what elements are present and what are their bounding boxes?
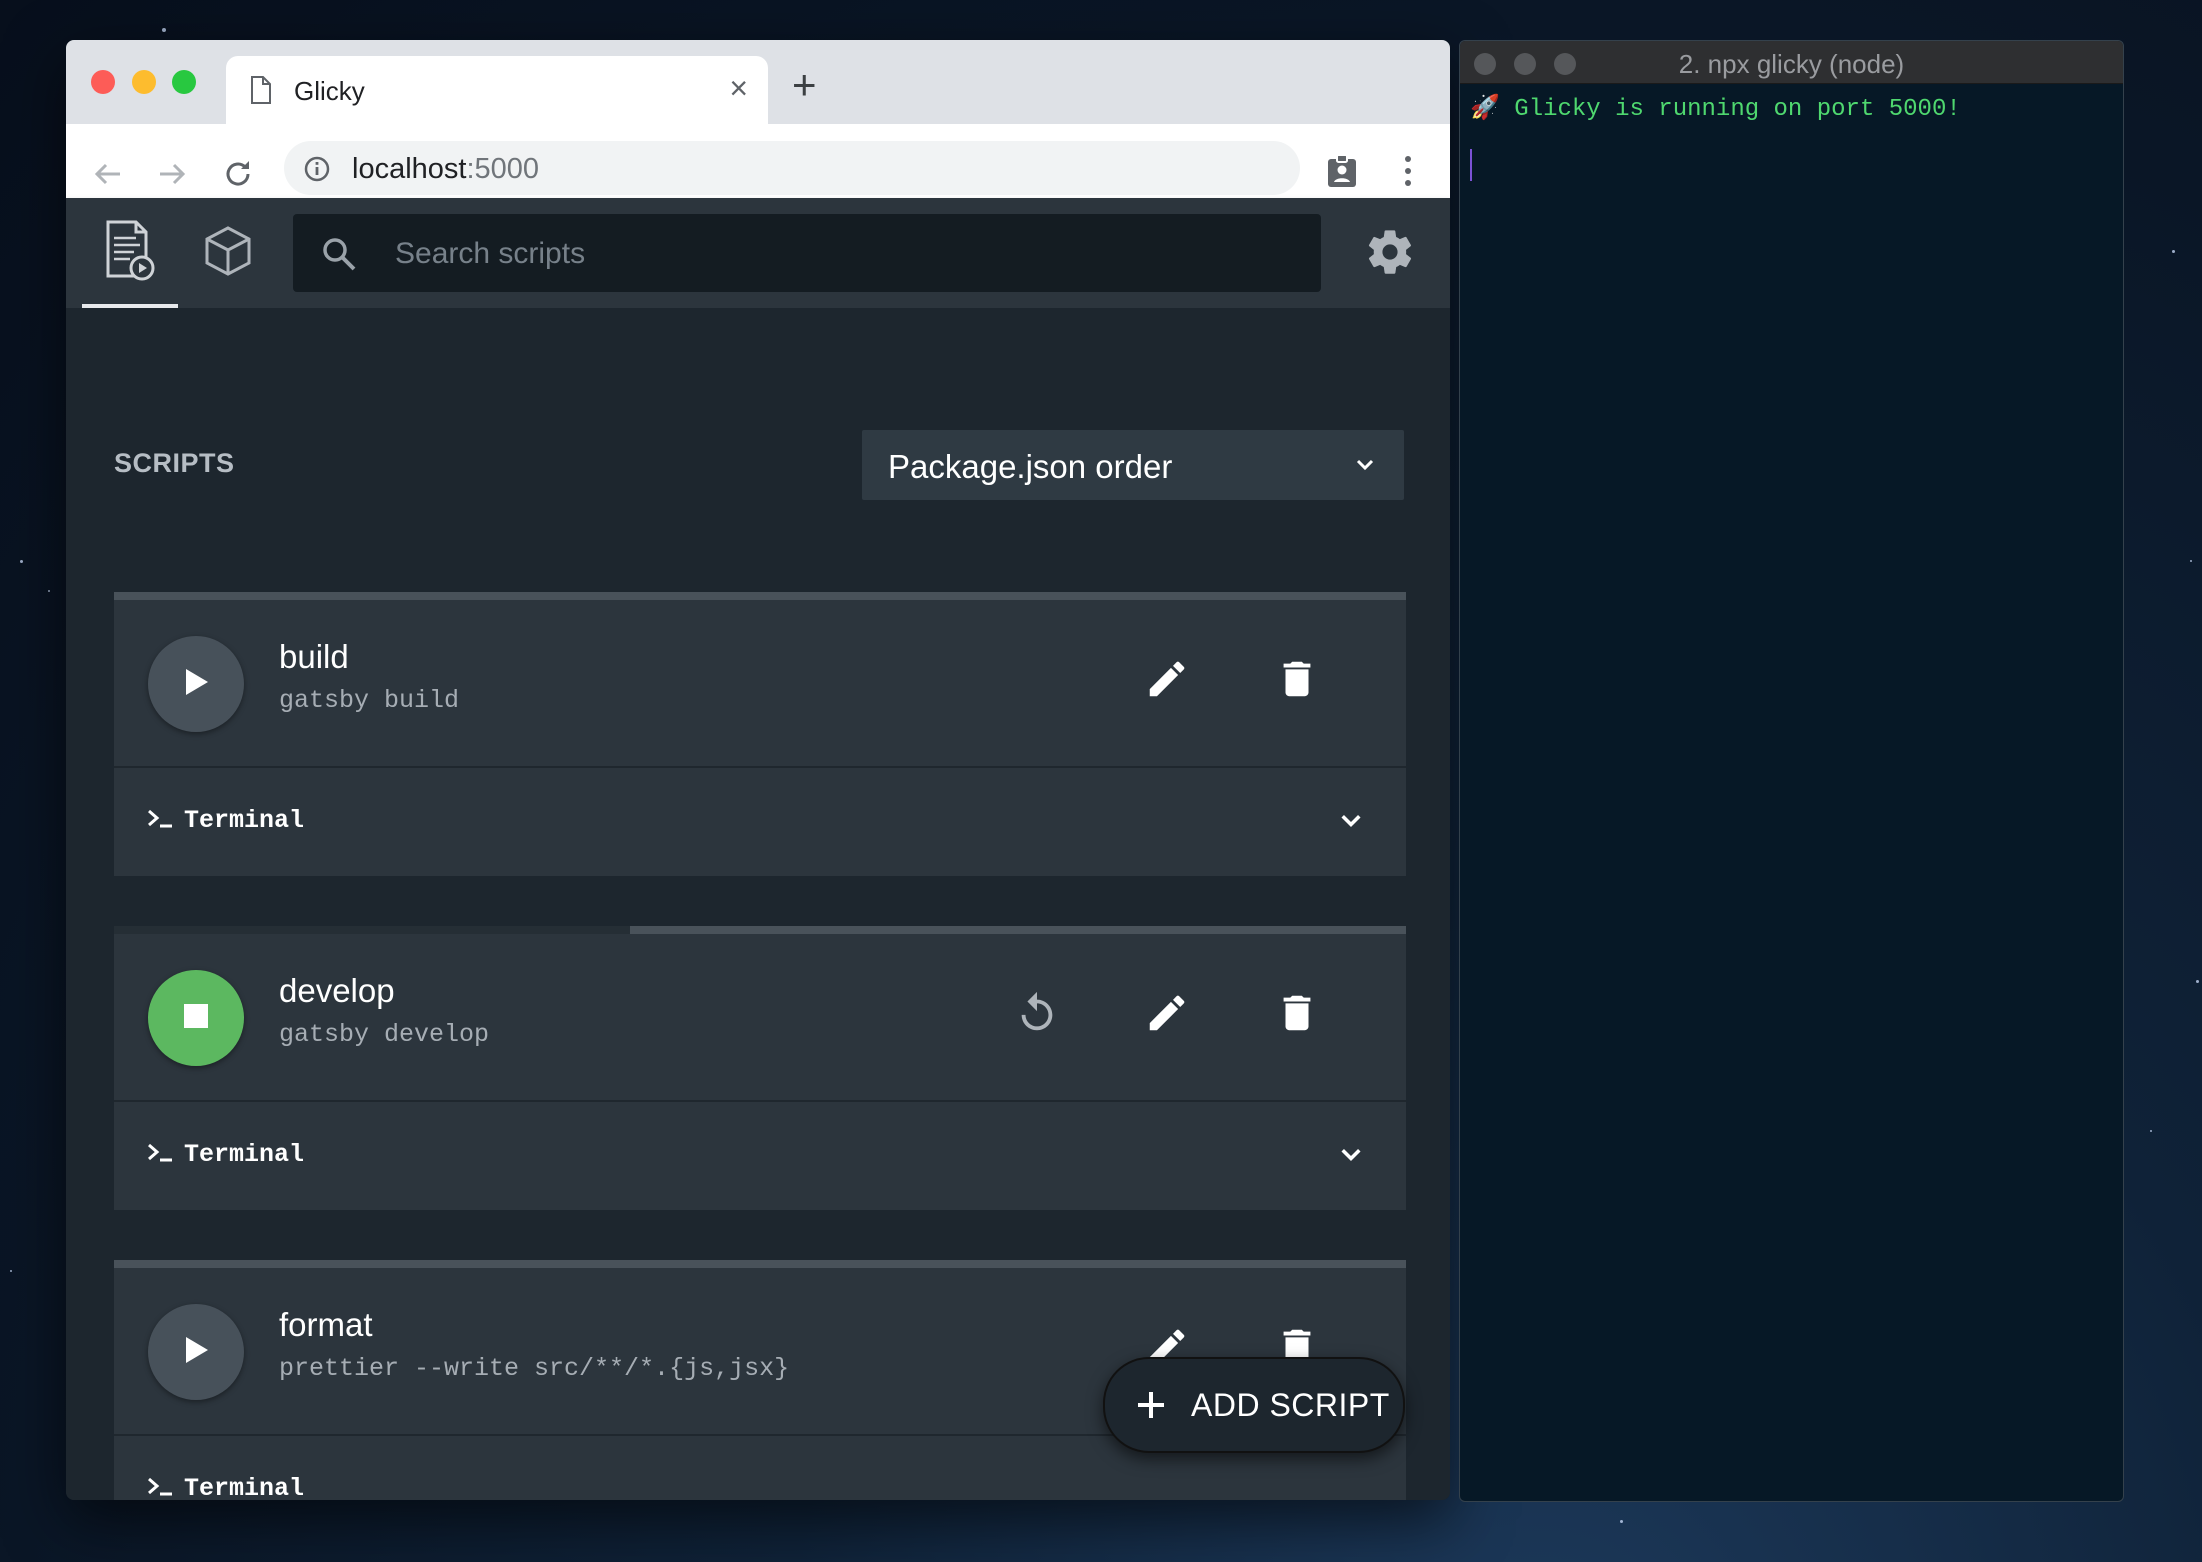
- maximize-window-button[interactable]: [172, 70, 196, 94]
- restart-icon[interactable]: [1014, 990, 1060, 1041]
- info-icon[interactable]: [304, 156, 330, 187]
- add-script-button[interactable]: ADD SCRIPT: [1103, 1357, 1405, 1453]
- browser-tab[interactable]: Glicky ×: [226, 56, 768, 124]
- script-name: format: [279, 1306, 373, 1343]
- scripts-icon: [104, 220, 156, 287]
- edit-pencil-icon[interactable]: [1144, 656, 1190, 707]
- url-host: localhost: [352, 153, 467, 185]
- stop-script-button[interactable]: [148, 970, 244, 1066]
- terminal-output-line: 🚀 Glicky is running on port 5000!: [1470, 96, 1961, 123]
- terminal-toggle[interactable]: Terminal: [114, 768, 1406, 876]
- forward-arrow-icon[interactable]: [156, 158, 188, 195]
- terminal-cursor: [1470, 149, 1472, 181]
- terminal-label: Terminal: [184, 1474, 305, 1500]
- script-card: build gatsby build Terminal: [114, 592, 1406, 876]
- url-port: :5000: [466, 153, 540, 185]
- terminal-prompt-icon: [146, 1140, 174, 1169]
- close-window-button[interactable]: [91, 70, 115, 94]
- script-command: gatsby build: [279, 686, 460, 715]
- new-tab-button[interactable]: +: [792, 64, 817, 106]
- terminal-toggle[interactable]: Terminal: [114, 1102, 1406, 1210]
- tab-packages[interactable]: [180, 198, 276, 308]
- page-icon: [250, 76, 272, 109]
- terminal-label: Terminal: [184, 1140, 305, 1169]
- script-card: develop gatsby develop Terminal: [114, 926, 1406, 1210]
- terminal-titlebar: 2. npx glicky (node): [1460, 41, 2123, 84]
- terminal-prompt-icon: [146, 806, 174, 835]
- script-name: build: [279, 638, 349, 675]
- terminal-title: 2. npx glicky (node): [1678, 49, 1905, 79]
- scripts-content: SCRIPTS Package.json order build gatsby …: [66, 308, 1450, 1500]
- tab-close-icon[interactable]: ×: [729, 72, 748, 104]
- sort-order-select[interactable]: Package.json order: [862, 430, 1404, 500]
- script-name: develop: [279, 972, 395, 1009]
- profile-icon[interactable]: [1326, 154, 1358, 193]
- search-icon: [321, 236, 357, 277]
- search-input[interactable]: [393, 214, 1297, 294]
- edit-pencil-icon[interactable]: [1144, 990, 1190, 1041]
- url-text: localhost:5000: [352, 153, 539, 186]
- script-progress-bar: [114, 926, 1406, 934]
- package-cube-icon: [203, 225, 253, 282]
- expand-chevron-icon[interactable]: [1338, 1142, 1364, 1173]
- delete-trash-icon[interactable]: [1274, 990, 1320, 1041]
- back-arrow-icon[interactable]: [92, 158, 124, 195]
- reload-icon[interactable]: [222, 158, 254, 195]
- expand-chevron-icon[interactable]: [1338, 808, 1364, 839]
- terminal-label: Terminal: [184, 806, 305, 835]
- terminal-window: 2. npx glicky (node) 🚀 Glicky is running…: [1459, 40, 2124, 1502]
- minimize-window-button[interactable]: [132, 70, 156, 94]
- tab-title: Glicky: [294, 76, 365, 106]
- tab-strip: Glicky × +: [66, 40, 1450, 124]
- section-title: SCRIPTS: [114, 448, 235, 478]
- settings-gear-icon[interactable]: [1364, 226, 1416, 283]
- address-bar[interactable]: localhost:5000: [284, 141, 1300, 195]
- script-command: prettier --write src/**/*.{js,jsx}: [279, 1354, 790, 1383]
- run-script-button[interactable]: [148, 1304, 244, 1400]
- play-icon: [182, 1335, 210, 1370]
- progress-fill: [630, 926, 1406, 934]
- script-status-bar: [114, 592, 1406, 600]
- run-script-button[interactable]: [148, 636, 244, 732]
- terminal-prompt-icon: [146, 1474, 174, 1500]
- script-command: gatsby develop: [279, 1020, 490, 1049]
- add-script-label: ADD SCRIPT: [1191, 1387, 1390, 1423]
- delete-trash-icon[interactable]: [1274, 656, 1320, 707]
- browser-window: Glicky × + localhost:5000 Search scripts…: [66, 40, 1450, 1500]
- play-icon: [182, 667, 210, 702]
- tab-scripts[interactable]: [82, 198, 178, 308]
- plus-icon: [1135, 1389, 1167, 1426]
- browser-menu-icon[interactable]: [1402, 154, 1414, 193]
- stop-icon: [183, 1003, 209, 1034]
- chevron-down-icon: [1354, 454, 1376, 481]
- sort-order-value: Package.json order: [888, 448, 1173, 485]
- search-bar: [293, 214, 1321, 294]
- script-status-bar: [114, 1260, 1406, 1268]
- app-header: [66, 198, 1450, 308]
